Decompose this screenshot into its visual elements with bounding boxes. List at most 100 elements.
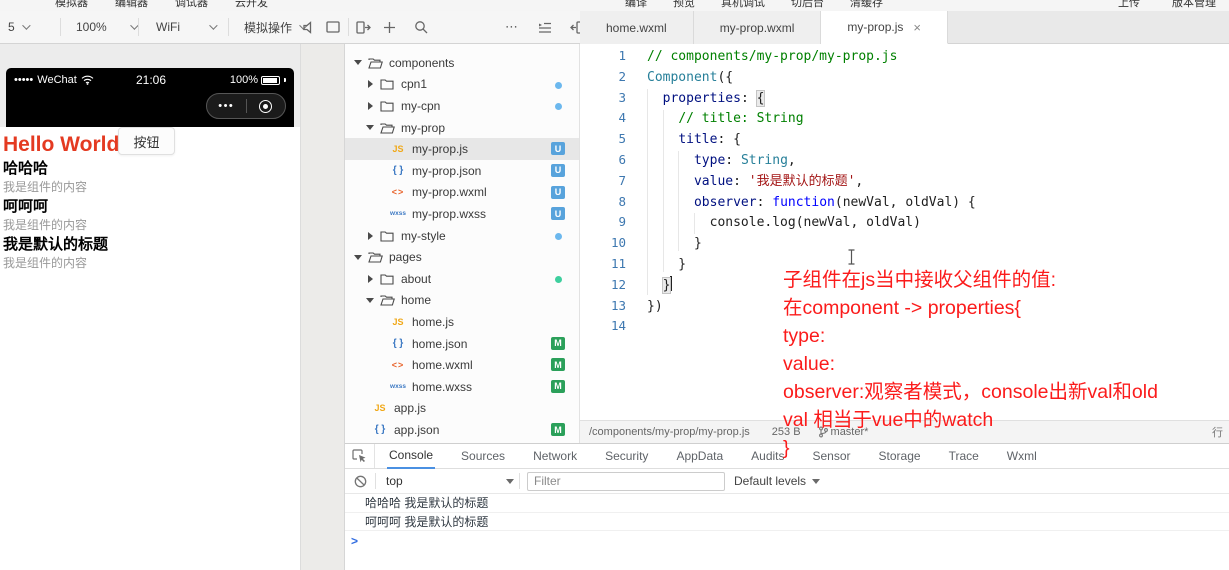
- menu-item-切后台[interactable]: 切后台: [791, 0, 824, 10]
- debugger-tab-network[interactable]: Network: [531, 444, 579, 469]
- tree-item-pages[interactable]: pages: [345, 246, 579, 268]
- tree-item-home.wxss[interactable]: wxss home.wxss M: [345, 376, 579, 398]
- debugger-tab-appdata[interactable]: AppData: [674, 444, 725, 469]
- plus-icon[interactable]: [380, 18, 398, 36]
- tree-item-my-cpn[interactable]: my-cpn: [345, 95, 579, 117]
- debugger-tab-sources[interactable]: Sources: [459, 444, 507, 469]
- device-select[interactable]: 5: [8, 11, 31, 43]
- component-title: 哈哈哈: [3, 160, 49, 177]
- more-options-icon[interactable]: ⋯: [503, 18, 521, 36]
- zoom-select[interactable]: 100%: [76, 11, 139, 43]
- folder-icon: [378, 230, 396, 242]
- code-line-2: 2 Component({: [580, 67, 1229, 88]
- tree-item-my-prop.wxml[interactable]: <> my-prop.wxml U: [345, 182, 579, 204]
- tree-item-about[interactable]: about: [345, 268, 579, 290]
- debugger-tab-console[interactable]: Console: [387, 444, 436, 469]
- collapse-arrow-icon[interactable]: [365, 274, 375, 283]
- json-icon: { }: [392, 165, 404, 177]
- tree-item-home.js[interactable]: JS home.js: [345, 311, 579, 333]
- menu-item-上传[interactable]: 上传: [1118, 0, 1140, 10]
- menu-item-调试器[interactable]: 调试器: [175, 0, 208, 10]
- tab-my-prop.js[interactable]: my-prop.js ×: [821, 11, 948, 44]
- network-select[interactable]: WiFi: [156, 11, 218, 43]
- expand-arrow-icon[interactable]: [353, 60, 363, 66]
- folder-icon: [378, 100, 396, 112]
- component-content: 我是组件的内容: [3, 180, 88, 194]
- context-select-label: top: [386, 474, 403, 488]
- tab-my-prop.wxml[interactable]: my-prop.wxml: [693, 11, 822, 44]
- clear-console-icon[interactable]: [345, 475, 375, 488]
- menu-item-模拟器[interactable]: 模拟器: [55, 0, 88, 10]
- debugger-tab-audits[interactable]: Audits: [749, 444, 786, 469]
- menu-item-版本管理[interactable]: 版本管理: [1172, 0, 1216, 10]
- simulate-action-select[interactable]: 模拟操作: [244, 11, 308, 43]
- search-icon[interactable]: [412, 18, 430, 36]
- expand-arrow-icon[interactable]: [365, 125, 375, 131]
- outline-icon[interactable]: [536, 18, 554, 36]
- expand-arrow-icon[interactable]: [365, 297, 375, 303]
- menu-item-清缓存[interactable]: 清缓存: [850, 0, 883, 10]
- volume-icon[interactable]: [300, 18, 318, 36]
- debugger-tab-trace[interactable]: Trace: [947, 444, 981, 469]
- git-branch-indicator[interactable]: master*: [818, 426, 868, 438]
- inspect-element-icon[interactable]: [345, 444, 375, 468]
- menu-group-upload[interactable]: 上传 版本管理: [1118, 0, 1216, 10]
- collapse-arrow-icon[interactable]: [365, 80, 375, 89]
- menu-group-actions[interactable]: 编译 预览 真机调试 切后台 清缓存: [625, 0, 883, 10]
- component-instance: 呵呵呵 我是组件的内容: [3, 197, 108, 234]
- line-number: 4: [618, 110, 626, 126]
- collapse-arrow-icon[interactable]: [365, 231, 375, 240]
- tree-item-my-prop.json[interactable]: { } my-prop.json U: [345, 160, 579, 182]
- detach-simulator-icon[interactable]: [354, 18, 372, 36]
- capsule-more-button[interactable]: •••: [207, 100, 246, 112]
- tab-home.wxml[interactable]: home.wxml: [580, 11, 694, 44]
- filter-input[interactable]: [527, 471, 725, 491]
- file-path-label: /components/my-prop/my-prop.js: [589, 426, 750, 438]
- menu-group-views[interactable]: 模拟器 编辑器 调试器 云开发: [55, 0, 268, 10]
- expand-arrow-icon[interactable]: [353, 254, 363, 260]
- component-instance: 哈哈哈我是组件的内容: [3, 159, 108, 196]
- tree-item-components[interactable]: components: [345, 52, 579, 74]
- tree-item-home.wxml[interactable]: <> home.wxml M: [345, 354, 579, 376]
- tree-item-home.json[interactable]: { } home.json M: [345, 333, 579, 355]
- tree-item-label: about: [401, 271, 432, 286]
- simulate-action-label: 模拟操作: [244, 20, 293, 35]
- code-editor[interactable]: 1 // components/my-prop/my-prop.js 2 Compon…: [580, 44, 1229, 420]
- debugger-tab-sensor[interactable]: Sensor: [811, 444, 853, 469]
- log-levels-select[interactable]: Default levels: [734, 474, 821, 488]
- tree-item-my-prop.wxss[interactable]: wxss my-prop.wxss U: [345, 203, 579, 225]
- page-button[interactable]: 按钮: [118, 127, 175, 155]
- tree-item-my-prop.js[interactable]: JS my-prop.js U: [345, 138, 579, 160]
- menu-item-编译[interactable]: 编译: [625, 0, 647, 10]
- capsule-home-button[interactable]: [247, 99, 286, 113]
- debugger-tab-storage[interactable]: Storage: [877, 444, 923, 469]
- menu-item-预览[interactable]: 预览: [673, 0, 695, 10]
- tree-item-my-prop[interactable]: my-prop: [345, 117, 579, 139]
- debugger-tab-security[interactable]: Security: [603, 444, 650, 469]
- tree-item-home[interactable]: home: [345, 290, 579, 312]
- modified-badge: M: [551, 336, 565, 350]
- menu-item-云开发[interactable]: 云开发: [235, 0, 268, 10]
- close-tab-icon[interactable]: ×: [913, 20, 921, 35]
- menu-item-真机调试[interactable]: 真机调试: [721, 0, 765, 10]
- code-token: :: [725, 152, 741, 168]
- phone-simulator: ••••• WeChat 21:06 100% ••• Hello World …: [0, 44, 300, 570]
- tree-item-app.js[interactable]: JS app.js: [345, 398, 579, 420]
- context-select[interactable]: top: [386, 474, 514, 488]
- float-window-icon[interactable]: [324, 18, 342, 36]
- collapse-arrow-icon[interactable]: [365, 101, 375, 110]
- tree-item-my-style[interactable]: my-style: [345, 225, 579, 247]
- cursor-position-label: 行: [1212, 427, 1223, 439]
- tree-item-app.json[interactable]: { } app.json M: [345, 419, 579, 441]
- tree-item-cpn1[interactable]: cpn1: [345, 74, 579, 96]
- tree-item-label: my-prop.wxss: [412, 206, 487, 221]
- code-token: ,: [787, 152, 796, 168]
- console-prompt-row[interactable]: >: [345, 531, 1229, 551]
- component-title: 我是默认的标题: [3, 236, 109, 253]
- code-token: :: [733, 173, 749, 189]
- code-line-11: 11 }: [580, 254, 1229, 275]
- code-line-9: 9 console.log(newVal, oldVal): [580, 212, 1229, 233]
- menu-item-编辑器[interactable]: 编辑器: [115, 0, 148, 10]
- debugger-tab-wxml[interactable]: Wxml: [1005, 444, 1039, 469]
